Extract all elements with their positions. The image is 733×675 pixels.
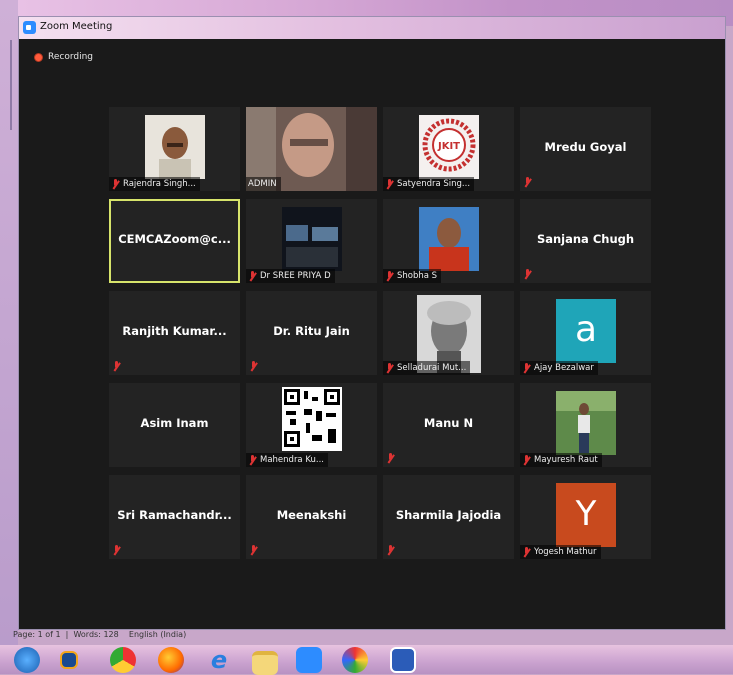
college-logo: JKIT xyxy=(419,115,479,179)
participant-tile[interactable]: Selladurai Mut... xyxy=(383,291,514,375)
participant-name: Selladurai Mut... xyxy=(397,363,467,373)
muted-mic-icon xyxy=(386,453,398,466)
participant-photo xyxy=(556,391,616,455)
participant-label: ADMIN xyxy=(246,177,281,191)
muted-mic-icon xyxy=(112,361,124,374)
participant-name: Asim Inam xyxy=(140,416,209,430)
participant-label: Satyendra Sing... xyxy=(383,177,475,191)
participant-tile[interactable]: Mayuresh Raut xyxy=(520,383,651,467)
participant-label: Mahendra Ku... xyxy=(246,453,328,467)
participant-label: Ajay Bezalwar xyxy=(520,361,598,375)
participant-tile[interactable]: Sanjana Chugh xyxy=(520,199,651,283)
participant-tile[interactable]: Mredu Goyal xyxy=(520,107,651,191)
taskbar: e xyxy=(0,645,733,675)
muted-mic-icon xyxy=(112,545,124,558)
participant-tile-active-speaker[interactable]: CEMCAZoom@c... xyxy=(109,199,240,283)
muted-mic-icon xyxy=(523,269,535,282)
participant-tile[interactable]: Dr. Ritu Jain xyxy=(246,291,377,375)
participant-name: Sanjana Chugh xyxy=(536,232,635,246)
participant-tile[interactable]: Ranjith Kumar... xyxy=(109,291,240,375)
recording-label: Recording xyxy=(48,52,94,62)
muted-mic-icon xyxy=(522,362,531,374)
participant-name: Yogesh Mathur xyxy=(534,547,597,557)
participant-avatar: a xyxy=(556,299,616,363)
muted-mic-icon xyxy=(248,454,257,466)
participant-tile[interactable]: Meenakshi xyxy=(246,475,377,559)
participant-name: Dr SREE PRIYA D xyxy=(260,271,331,281)
language-indicator[interactable]: English (India) xyxy=(129,630,186,639)
muted-mic-icon xyxy=(385,178,394,190)
participant-label: Selladurai Mut... xyxy=(383,361,471,375)
participant-tile[interactable]: Manu N xyxy=(383,383,514,467)
participant-name: Ranjith Kumar... xyxy=(122,324,227,338)
muted-mic-icon xyxy=(249,545,261,558)
participant-label: Yogesh Mathur xyxy=(520,545,601,559)
start-icon[interactable] xyxy=(14,647,40,673)
participant-name: Sri Ramachandr... xyxy=(117,508,232,522)
media-player-icon[interactable] xyxy=(60,651,78,669)
muted-mic-icon xyxy=(385,270,394,282)
participant-tile[interactable]: Mahendra Ku... xyxy=(246,383,377,467)
word-count: Words: 128 xyxy=(73,630,119,639)
participant-name: Ajay Bezalwar xyxy=(534,363,594,373)
participant-name: Rajendra Singh... xyxy=(123,179,196,189)
muted-mic-icon xyxy=(248,270,257,282)
word-status-bar: Page: 1 of 1 | Words: 128 English (India… xyxy=(13,630,187,639)
zoom-icon[interactable] xyxy=(296,647,322,673)
firefox-icon[interactable] xyxy=(158,647,184,673)
muted-mic-icon xyxy=(386,545,398,558)
participant-label: Mayuresh Raut xyxy=(520,453,602,467)
participant-tile[interactable]: Sharmila Jajodia xyxy=(383,475,514,559)
desktop-background-left xyxy=(0,0,18,645)
participant-name: Satyendra Sing... xyxy=(397,179,471,189)
participant-name: Meenakshi xyxy=(276,508,347,522)
muted-mic-icon xyxy=(522,546,531,558)
muted-mic-icon xyxy=(249,361,261,374)
recording-icon xyxy=(34,52,43,62)
zoom-app-icon xyxy=(23,21,36,34)
page-count: Page: 1 of 1 xyxy=(13,630,61,639)
word-icon[interactable] xyxy=(390,647,416,673)
participant-tile[interactable]: Sri Ramachandr... xyxy=(109,475,240,559)
participant-tile[interactable]: Rajendra Singh... xyxy=(109,107,240,191)
participant-name: Mayuresh Raut xyxy=(534,455,598,465)
participant-tile[interactable]: ADMIN xyxy=(246,107,377,191)
recording-indicator[interactable]: Recording xyxy=(34,52,93,62)
participant-tile[interactable]: JKIT Satyendra Sing... xyxy=(383,107,514,191)
participant-name: Mahendra Ku... xyxy=(260,455,324,465)
participant-name: ADMIN xyxy=(248,179,277,189)
zoom-meeting-window: Zoom Meeting Recording Rajendra Singh... xyxy=(18,16,726,630)
participant-label: Dr SREE PRIYA D xyxy=(246,269,335,283)
logo-text: JKIT xyxy=(437,141,460,152)
participant-tile[interactable]: Dr SREE PRIYA D xyxy=(246,199,377,283)
participant-tile[interactable]: Asim Inam xyxy=(109,383,240,467)
participant-tile[interactable]: a Ajay Bezalwar xyxy=(520,291,651,375)
participant-name: CEMCAZoom@c... xyxy=(118,232,231,246)
folder-icon[interactable] xyxy=(252,651,278,675)
participant-photo xyxy=(419,207,479,271)
participant-label: Rajendra Singh... xyxy=(109,177,200,191)
participant-name: Manu N xyxy=(423,416,474,430)
muted-mic-icon xyxy=(385,362,394,374)
muted-mic-icon xyxy=(522,454,531,466)
participant-tile[interactable]: Y Yogesh Mathur xyxy=(520,475,651,559)
muted-mic-icon xyxy=(523,177,535,190)
qr-code-image xyxy=(282,387,342,451)
participant-tile[interactable]: Shobha S xyxy=(383,199,514,283)
participant-name: Dr. Ritu Jain xyxy=(273,324,350,338)
ie-icon[interactable]: e xyxy=(206,647,232,673)
paint-icon[interactable] xyxy=(342,647,368,673)
chrome-icon[interactable] xyxy=(110,647,136,673)
title-bar[interactable]: Zoom Meeting xyxy=(19,17,725,39)
participant-label: Shobha S xyxy=(383,269,442,283)
muted-mic-icon xyxy=(111,178,120,190)
participant-photo xyxy=(282,207,342,271)
participant-photo xyxy=(145,115,205,179)
window-title: Zoom Meeting xyxy=(40,21,113,32)
participant-name: Shobha S xyxy=(397,271,438,281)
participant-avatar: Y xyxy=(556,483,616,547)
participant-name: Sharmila Jajodia xyxy=(395,508,502,522)
participant-name: Mredu Goyal xyxy=(544,140,627,154)
